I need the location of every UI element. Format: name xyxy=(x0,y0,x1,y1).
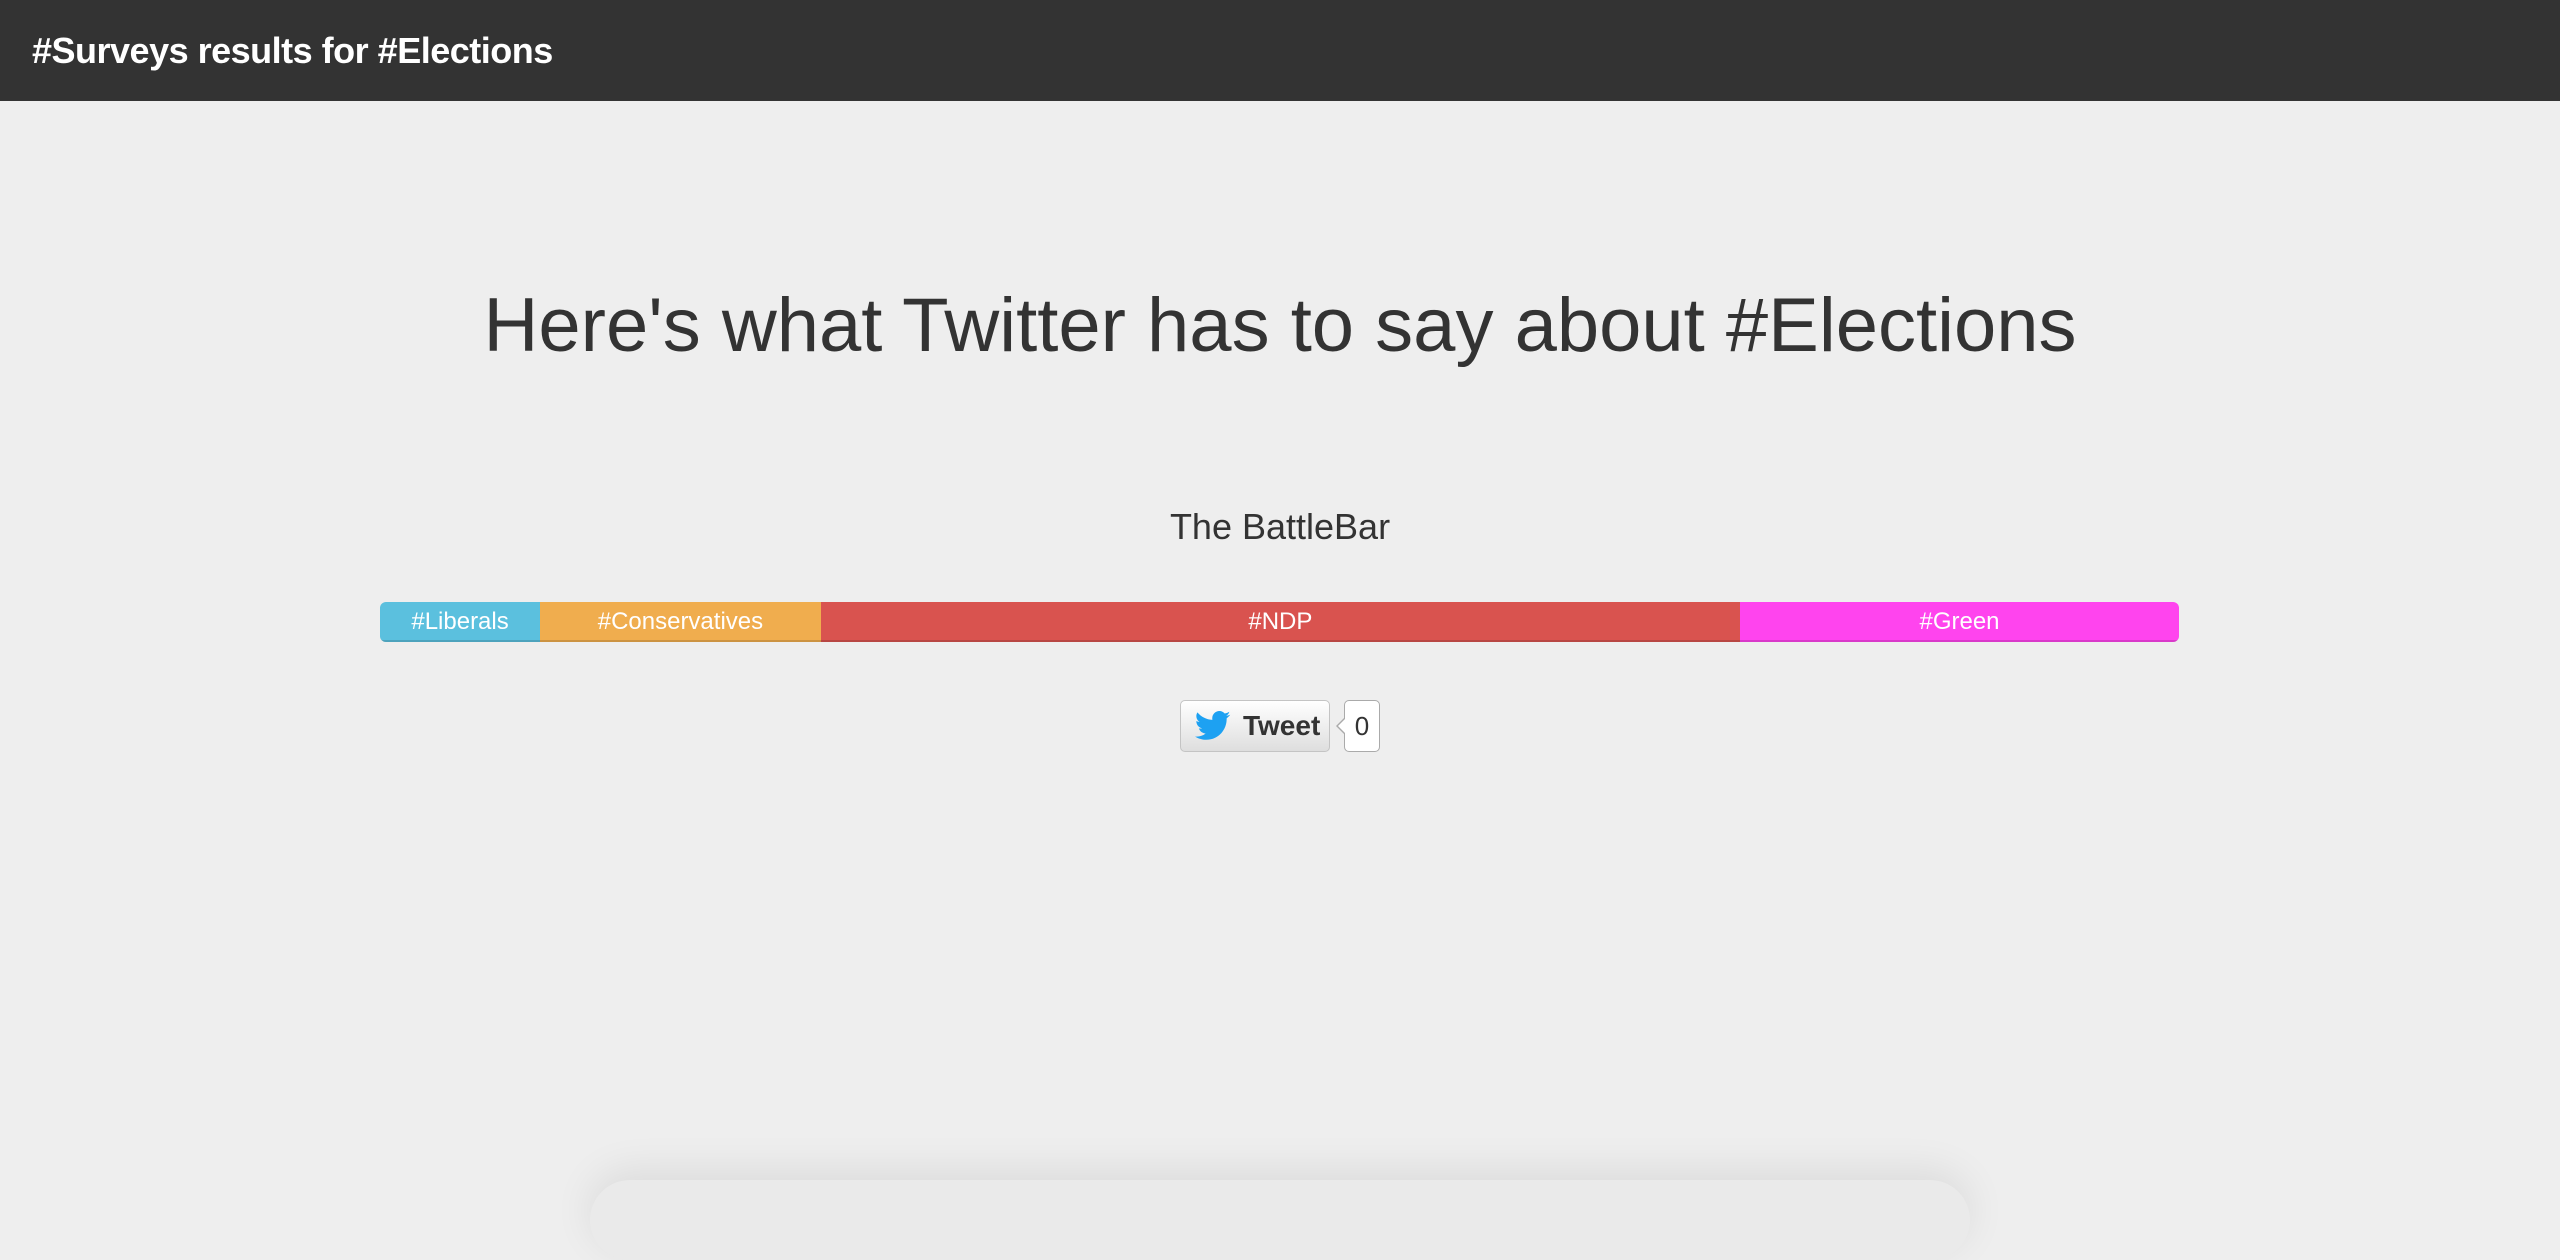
tweet-button-label: Tweet xyxy=(1243,710,1321,741)
tweet-button[interactable]: Tweet xyxy=(1180,700,1330,752)
bottom-panel-shadow xyxy=(590,1180,1970,1260)
battlebar-segment-label: #Liberals xyxy=(411,608,509,635)
battlebar-title: The BattleBar xyxy=(1169,506,1391,547)
battlebar-segment-label: #NDP xyxy=(1248,608,1313,635)
twitter-bird-icon xyxy=(1195,711,1231,741)
navbar: #Surveys results for #Elections xyxy=(0,0,2560,101)
battlebar-segment-ndp: #NDP xyxy=(820,602,1741,642)
battlebar-segment-label: #Green xyxy=(1919,608,2000,635)
battlebar-segment-liberals: #Liberals xyxy=(380,602,541,642)
battlebar-segment-label: #Conservatives xyxy=(597,608,764,635)
tweet-widget: Tweet 0 xyxy=(1180,698,1380,754)
navbar-brand[interactable]: #Surveys results for #Elections xyxy=(32,28,553,74)
tweet-count-badge: 0 xyxy=(1336,700,1380,752)
battlebar: #Liberals #Conservatives #NDP #Green xyxy=(380,602,2179,642)
battlebar-segment-conservatives: #Conservatives xyxy=(540,602,821,642)
page-headline: Here's what Twitter has to say about #El… xyxy=(483,283,2077,368)
battlebar-segment-green: #Green xyxy=(1740,602,2179,642)
